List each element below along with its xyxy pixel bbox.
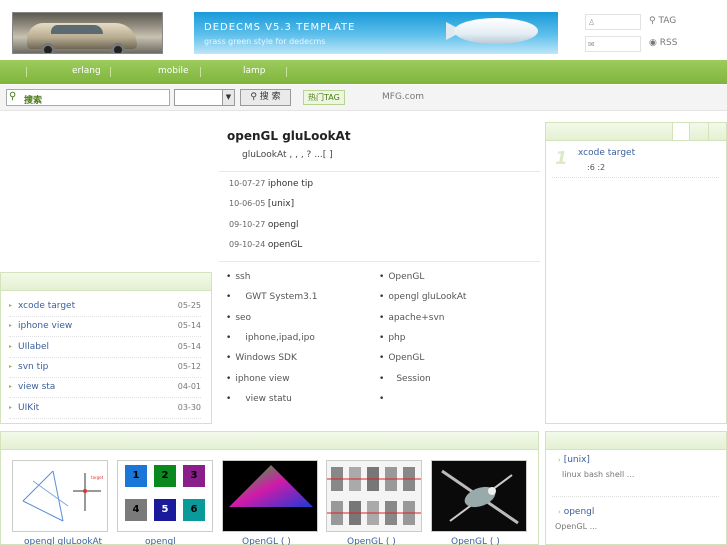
nav-item-lamp[interactable]: lamp: [243, 66, 266, 76]
login-box[interactable]: ♙: [585, 14, 641, 30]
rss-link[interactable]: ◉ RSS: [649, 38, 677, 48]
pattern-image: [327, 467, 421, 525]
left-latest-panel: ▸ xcode target 05-25 ▸ iphone view 05-14…: [0, 272, 212, 424]
svg-text:target: target: [91, 475, 104, 480]
list-item[interactable]: • view statu: [226, 394, 292, 404]
search-input[interactable]: ⚲ 搜索: [6, 89, 170, 106]
bullet-icon: ▸: [9, 363, 13, 370]
banner-subtitle: grass green style for dedecms: [204, 37, 326, 46]
mail-box[interactable]: ✉: [585, 36, 641, 52]
bullet-icon: ▸: [9, 302, 13, 309]
main-nav: erlang mobile lamp: [0, 60, 727, 84]
bullet-icon: ▸: [9, 343, 13, 350]
search-button[interactable]: ⚲ 搜 索: [240, 89, 291, 106]
nav-item-mobile[interactable]: mobile: [158, 66, 189, 76]
list-item[interactable]: ▸ xcode target 05-25: [9, 297, 201, 317]
list-item[interactable]: • Windows SDK: [226, 353, 297, 363]
search-icon: ⚲: [250, 92, 257, 102]
list-item[interactable]: ▸ iphone view 05-14: [9, 317, 201, 337]
hot-item-title[interactable]: xcode target: [578, 148, 635, 158]
rss-icon: ◉: [649, 38, 657, 48]
chevron-down-icon: ▼: [222, 90, 234, 105]
hot-tag-button[interactable]: 热门TAG: [303, 90, 345, 105]
list-item[interactable]: ▸ view sta 04-01: [9, 378, 201, 398]
list-item[interactable]: • GWT System3.1: [226, 292, 317, 302]
panel-header: [546, 432, 726, 450]
list-item[interactable]: • Session: [379, 374, 431, 384]
list-item[interactable]: • iphone view: [226, 374, 290, 384]
related-item-title[interactable]: › opengl: [558, 507, 594, 517]
related-item-desc: OpenGL ...: [555, 522, 598, 531]
bullet-icon: ›: [558, 456, 561, 464]
blimp-image: [454, 18, 538, 44]
list-item[interactable]: • OpenGL: [379, 353, 424, 363]
diagram-image: target: [22, 470, 104, 522]
related-item-desc: linux bash shell ...: [562, 470, 635, 479]
bullet-icon: ›: [558, 508, 561, 516]
top-link-row: ♙ ⚲ TAG: [585, 14, 717, 36]
thumbnail[interactable]: [326, 460, 422, 532]
search-placeholder: 搜索: [24, 96, 43, 106]
nav-item-erlang[interactable]: erlang: [72, 66, 101, 76]
hot-item-stats: :6 :2: [587, 163, 606, 172]
triangle-image: [229, 465, 313, 507]
tag-link[interactable]: ⚲ TAG: [649, 16, 676, 26]
thumbnail-caption[interactable]: OpenGL ( ): [347, 537, 396, 545]
recent-item[interactable]: 10-07-27 iphone tip: [229, 179, 313, 189]
list-item[interactable]: • apache+svn: [379, 313, 445, 323]
list-item[interactable]: •: [379, 394, 388, 404]
list-item[interactable]: • opengl gluLookAt: [379, 292, 466, 302]
mail-icon: ✉: [588, 40, 595, 49]
list-item[interactable]: • php: [379, 333, 405, 343]
divider: [219, 171, 540, 172]
top-links: ♙ ⚲ TAG ✉ ◉ RSS: [585, 14, 717, 58]
list-item[interactable]: • ssh: [226, 272, 250, 282]
tab-a[interactable]: [672, 122, 690, 140]
satellite-image: [441, 469, 519, 525]
list-item[interactable]: ▸ UIKit 03-30: [9, 399, 201, 419]
site-logo[interactable]: [12, 12, 163, 54]
header: DEDECMS V5.3 TEMPLATE grass green style …: [0, 0, 727, 60]
bullet-icon: ▸: [9, 322, 13, 329]
list-item[interactable]: ▸ UIlabel 05-14: [9, 338, 201, 358]
bullet-icon: ▸: [9, 383, 13, 390]
panel-header: [1, 273, 211, 291]
thumbnail[interactable]: target: [12, 460, 108, 532]
recent-item[interactable]: 09-10-24 openGL: [229, 240, 302, 250]
thumbnail-caption[interactable]: OpenGL ( ): [451, 537, 500, 545]
thumbnail-caption[interactable]: OpenGL ( ): [242, 537, 291, 545]
thumbnail[interactable]: [431, 460, 527, 532]
user-icon: ♙: [588, 18, 596, 27]
mfg-link[interactable]: MFG.com: [382, 92, 424, 102]
search-bar: ⚲ 搜索 ▼ ⚲ 搜 索 热门TAG MFG.com: [0, 85, 727, 111]
panel-header: [1, 432, 538, 450]
article-summary: gluLookAt , , , ? ...[ ]: [242, 150, 333, 160]
list-item[interactable]: • OpenGL: [379, 272, 424, 282]
bullet-icon: ▸: [9, 404, 13, 411]
related-item-title[interactable]: › [unix]: [558, 455, 590, 465]
thumbnail[interactable]: [222, 460, 318, 532]
banner-title: DEDECMS V5.3 TEMPLATE: [204, 22, 356, 33]
thumbnail-caption[interactable]: opengl gluLookAt: [24, 537, 102, 545]
panel-header: [546, 123, 726, 141]
search-type-select[interactable]: ▼: [174, 89, 235, 106]
recent-item[interactable]: 10-06-05 [unix]: [229, 199, 294, 209]
list-item[interactable]: • iphone,ipad,ipo: [226, 333, 315, 343]
thumbnail[interactable]: 1 2 3 4 5 6: [117, 460, 213, 532]
header-banner[interactable]: DEDECMS V5.3 TEMPLATE grass green style …: [194, 12, 558, 54]
search-icon: ⚲: [9, 91, 17, 102]
rank-number: 1: [555, 148, 568, 169]
thumbnail-caption[interactable]: opengl: [145, 537, 176, 545]
article-title[interactable]: openGL gluLookAt: [227, 129, 351, 143]
list-item[interactable]: ▸ svn tip 05-12: [9, 358, 201, 378]
right-hot-panel: [545, 122, 727, 424]
recent-item[interactable]: 09-10-27 opengl: [229, 220, 299, 230]
search-icon: ⚲: [649, 16, 656, 26]
list-item[interactable]: • seo: [226, 313, 251, 323]
top-link-row: ✉ ◉ RSS: [585, 36, 717, 58]
divider: [219, 261, 540, 262]
